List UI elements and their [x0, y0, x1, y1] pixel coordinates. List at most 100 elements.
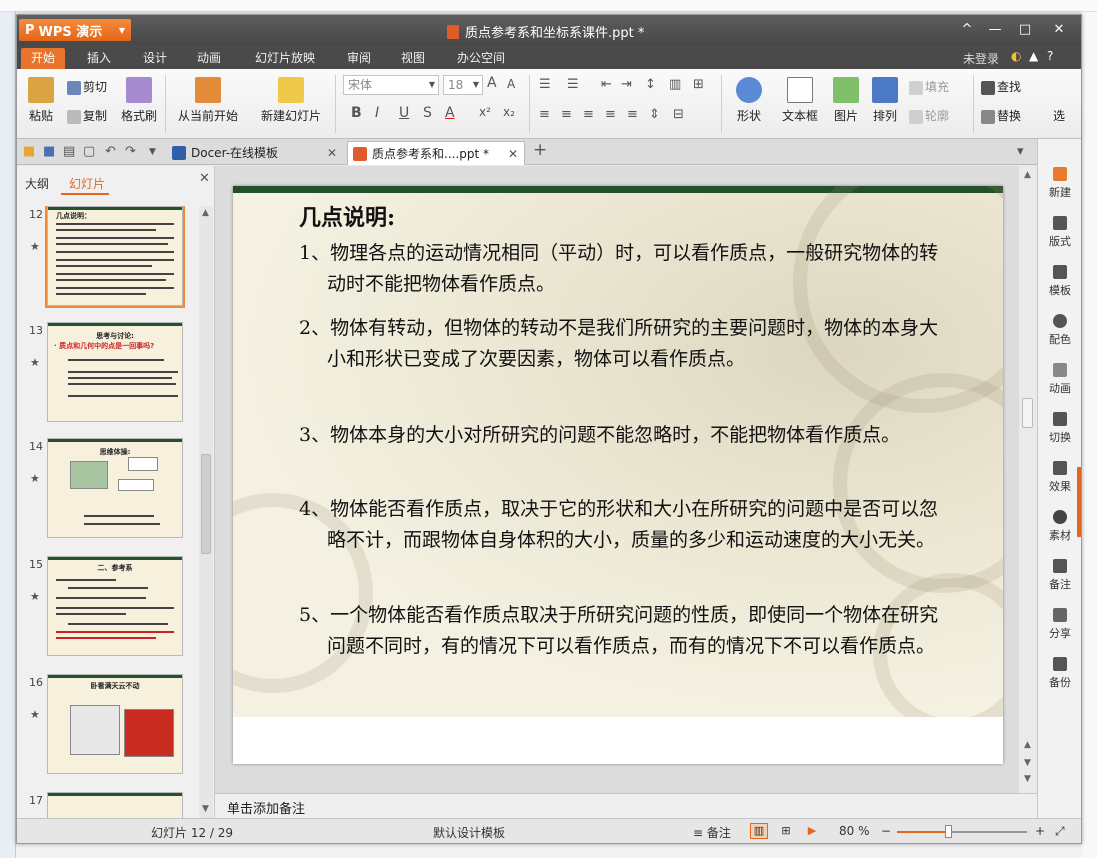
tab-office-space[interactable]: 办公空间	[447, 48, 515, 69]
vertical-align-icon[interactable]: ⇕	[649, 107, 660, 122]
print-icon[interactable]: ▤	[63, 144, 75, 159]
outline-button[interactable]: 轮廓	[909, 107, 949, 124]
font-name-select[interactable]: 宋体 ▼	[343, 75, 439, 95]
scroll-up-icon[interactable]: ▲	[1024, 170, 1031, 180]
format-painter-button[interactable]: 格式刷	[119, 77, 159, 124]
open-folder-icon[interactable]: ■	[23, 144, 35, 159]
animation-button[interactable]: 动画	[1038, 363, 1082, 396]
template-name[interactable]: 默认设计模板	[433, 824, 505, 841]
tab-insert[interactable]: 插入	[77, 48, 121, 69]
slide-title[interactable]: 几点说明:	[299, 200, 395, 232]
task-pane-toggle[interactable]	[1077, 467, 1081, 537]
help-button[interactable]: ?	[1047, 49, 1053, 63]
fit-window-icon[interactable]: ⤢	[1055, 824, 1065, 839]
collapse-ribbon-button[interactable]: ^	[955, 20, 979, 40]
zoom-in-icon[interactable]: +	[1035, 824, 1045, 838]
undo-icon[interactable]: ↶	[105, 144, 116, 159]
textbox-button[interactable]: 文本框	[775, 77, 825, 124]
tab-menu-icon[interactable]: ▾	[1017, 144, 1024, 159]
align-left-icon[interactable]: ≡	[539, 107, 550, 122]
slide-point-1[interactable]: 1、物理各点的运动情况相同（平动）时，可以看作质点，一般研究物体的转动时不能把物…	[299, 238, 939, 300]
tab-slides[interactable]: 幻灯片	[69, 175, 105, 192]
superscript-icon[interactable]: x²	[479, 105, 491, 119]
skin-icon[interactable]: ◐	[1011, 49, 1021, 63]
tab-design[interactable]: 设计	[133, 48, 177, 69]
slide-point-5[interactable]: 5、一个物体能否看作质点取决于所研究问题的性质，即使同一个物体在研究问题不同时，…	[299, 600, 939, 662]
tab-view[interactable]: 视图	[391, 48, 435, 69]
app-menu-button[interactable]: P WPS 演示 ▼	[19, 19, 131, 41]
shirt-icon[interactable]: ▲	[1029, 49, 1038, 63]
zoom-out-icon[interactable]: −	[881, 824, 891, 838]
notes-area[interactable]: 单击添加备注	[215, 793, 1037, 818]
materials-button[interactable]: 素材	[1038, 510, 1082, 543]
font-size-select[interactable]: 18 ▼	[443, 75, 483, 95]
print-preview-icon[interactable]: ▢	[83, 144, 95, 159]
subscript-icon[interactable]: x₂	[503, 105, 515, 119]
transition-button[interactable]: 切换	[1038, 412, 1082, 445]
backup-button[interactable]: 备份	[1038, 657, 1082, 690]
copy-button[interactable]: 复制	[67, 107, 107, 124]
slide-sorter-button[interactable]: ⊞	[777, 823, 795, 839]
scroll-down-icon[interactable]: ▼	[202, 804, 209, 814]
slide-point-3[interactable]: 3、物体本身的大小对所研究的问题不能忽略时，不能把物体看作质点。	[299, 420, 939, 451]
normal-view-button[interactable]: ▥	[750, 823, 768, 839]
find-button[interactable]: 查找	[981, 78, 1021, 95]
layout-button[interactable]: 版式	[1038, 216, 1082, 249]
select-button[interactable]: 选	[1053, 107, 1065, 124]
underline-icon[interactable]: U	[399, 105, 409, 121]
distribute-icon[interactable]: ≡	[627, 107, 638, 122]
numbered-list-icon[interactable]: ☰	[567, 77, 579, 92]
cut-button[interactable]: 剪切	[67, 78, 107, 95]
tab-outline[interactable]: 大纲	[25, 175, 49, 192]
align-right-icon[interactable]: ≡	[583, 107, 594, 122]
paragraph-spacing-icon[interactable]: ⊟	[673, 107, 684, 122]
tab-docer-templates[interactable]: Docer-在线模板 ✕	[167, 141, 343, 165]
columns-icon[interactable]: ▥	[669, 77, 681, 92]
shape-button[interactable]: 形状	[729, 77, 769, 124]
minimize-button[interactable]: —	[983, 20, 1007, 40]
slide-thumbnail-12[interactable]: 几点说明：	[45, 206, 185, 308]
chevron-down-icon[interactable]: ▼	[149, 147, 156, 157]
align-center-icon[interactable]: ≡	[561, 107, 572, 122]
arrange-button[interactable]: 排列	[867, 77, 903, 124]
picture-button[interactable]: 图片	[829, 77, 863, 124]
scroll-down-double-icon[interactable]: ▼	[1024, 758, 1031, 768]
new-slide-button[interactable]: 新建幻灯片	[255, 77, 327, 124]
grow-font-icon[interactable]: A	[487, 75, 497, 91]
zoom-slider-handle[interactable]	[945, 825, 952, 838]
scrollbar-thumb[interactable]	[201, 454, 211, 554]
fill-button[interactable]: 填充	[909, 78, 949, 95]
share-button[interactable]: 分享	[1038, 608, 1082, 641]
slide-thumbnail-17[interactable]	[47, 792, 183, 818]
close-icon[interactable]: ✕	[508, 142, 518, 166]
replace-button[interactable]: 替换	[981, 107, 1021, 124]
slide-thumbnail-13[interactable]: 思考与讨论: · 质点和几何中的点是一回事吗?	[47, 322, 183, 422]
tab-slideshow[interactable]: 幻灯片放映	[245, 48, 325, 69]
scroll-down-icon[interactable]: ▼	[1024, 774, 1031, 784]
justify-icon[interactable]: ≡	[605, 107, 616, 122]
tab-review[interactable]: 审阅	[337, 48, 381, 69]
slide-point-2[interactable]: 2、物体有转动，但物体的转动不是我们所研究的主要问题时，物体的本身大小和形状已变…	[299, 313, 939, 375]
notes-button[interactable]: 备注	[1038, 559, 1082, 592]
color-scheme-button[interactable]: 配色	[1038, 314, 1082, 347]
bullet-list-icon[interactable]: ☰	[539, 77, 551, 92]
new-tab-icon[interactable]: +	[533, 140, 547, 160]
line-spacing-icon[interactable]: ↕	[645, 77, 656, 92]
login-status[interactable]: 未登录	[963, 50, 999, 67]
new-button[interactable]: 新建	[1038, 167, 1082, 200]
editor-scrollbar[interactable]: ▲ ▲ ▼ ▼	[1019, 166, 1037, 793]
decrease-indent-icon[interactable]: ⇤	[601, 77, 612, 92]
tab-animation[interactable]: 动画	[187, 48, 231, 69]
shrink-font-icon[interactable]: A	[507, 77, 515, 91]
scroll-up-icon[interactable]: ▲	[202, 208, 209, 218]
text-direction-icon[interactable]: ⊞	[693, 77, 704, 92]
close-icon[interactable]: ✕	[199, 171, 210, 186]
maximize-button[interactable]: □	[1013, 20, 1037, 40]
scrollbar-thumb[interactable]	[1022, 398, 1033, 428]
redo-icon[interactable]: ↷	[125, 144, 136, 159]
tab-home[interactable]: 开始	[21, 48, 66, 69]
slide-thumbnail-16[interactable]: 卧看满天云不动	[47, 674, 183, 774]
shadow-icon[interactable]: S	[423, 105, 432, 121]
close-icon[interactable]: ✕	[327, 141, 337, 165]
slideshow-button[interactable]: ▶	[803, 823, 821, 839]
